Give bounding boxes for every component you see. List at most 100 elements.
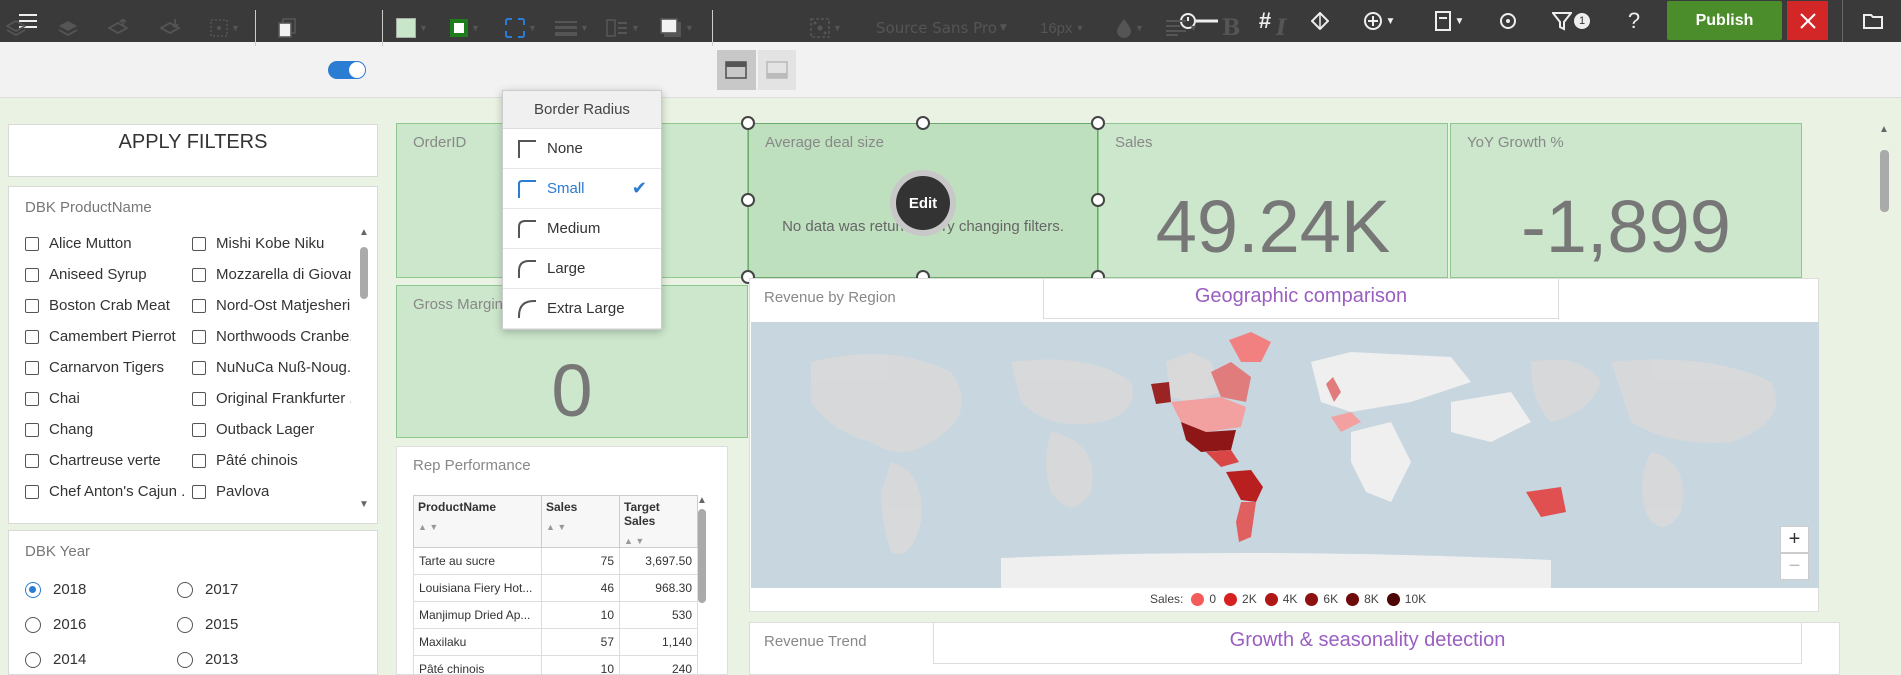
year-radio[interactable]: 2013 [177, 651, 238, 668]
yoy-growth-tile[interactable]: YoY Growth % -1,899 [1450, 123, 1802, 278]
bring-forward-icon[interactable] [58, 14, 78, 42]
checkbox-box[interactable] [25, 484, 39, 499]
border-width-icon[interactable]: ▼ [555, 14, 589, 42]
border-radius-option[interactable]: Small ✔ [503, 169, 661, 209]
table-row[interactable]: Louisiana Fiery Hot... 46 968.30 [413, 574, 698, 602]
table-row[interactable]: Tarte au sucre 75 3,697.50 [413, 547, 698, 575]
year-radio[interactable]: 2017 [177, 581, 238, 598]
radio-circle[interactable] [25, 581, 41, 598]
checkbox-box[interactable] [192, 236, 206, 251]
text-align-icon[interactable]: ▼ [1166, 14, 1198, 42]
border-radius-button[interactable]: ▼ [505, 14, 537, 42]
product-checkbox[interactable]: Chartreuse verte [25, 452, 161, 469]
checkbox-box[interactable] [192, 484, 206, 499]
page-scrollbar[interactable]: ▲ [1876, 124, 1892, 675]
checkbox-box[interactable] [192, 329, 206, 344]
radio-circle[interactable] [177, 581, 193, 598]
checkbox-box[interactable] [192, 422, 206, 437]
page-settings-icon[interactable]: ▼ [1428, 0, 1470, 42]
year-radio[interactable]: 2015 [177, 616, 238, 633]
product-checkbox[interactable]: Mishi Kobe Niku [192, 235, 324, 252]
product-checkbox[interactable]: Aniseed Syrup [25, 266, 147, 283]
zoom-out-button[interactable]: − [1780, 553, 1809, 580]
checkbox-box[interactable] [192, 360, 206, 375]
checkbox-box[interactable] [25, 298, 39, 313]
resize-handle[interactable] [916, 116, 930, 130]
product-checkbox[interactable]: NuNuCa Nuß-Noug... [192, 359, 351, 376]
product-checkbox[interactable]: Camembert Pierrot [25, 328, 176, 345]
close-button[interactable] [1787, 1, 1828, 40]
radio-circle[interactable] [25, 616, 41, 633]
fill-color-picker[interactable]: ▼ [396, 14, 428, 42]
table-row[interactable]: Pâté chinois 10 240 [413, 655, 698, 674]
font-size-select[interactable]: 16px ▼ [1040, 14, 1084, 42]
product-checkbox[interactable]: Original Frankfurter ... [192, 390, 351, 407]
bold-button[interactable]: B [1222, 14, 1241, 42]
publish-button[interactable]: Publish [1667, 1, 1782, 40]
column-header[interactable]: Sales ▲ ▼ [541, 495, 620, 548]
text-color-icon[interactable]: ▼ [1116, 14, 1144, 42]
checkbox-box[interactable] [25, 453, 39, 468]
border-color-picker[interactable]: ▼ [450, 14, 480, 42]
checkbox-box[interactable] [192, 267, 206, 282]
italic-button[interactable]: I [1276, 14, 1286, 42]
world-map[interactable] [751, 322, 1819, 588]
checkbox-box[interactable] [25, 422, 39, 437]
visibility-toggle[interactable] [328, 61, 366, 79]
apply-filters-button[interactable]: APPLY FILTERS [8, 124, 378, 177]
radio-circle[interactable] [25, 651, 41, 668]
product-checkbox[interactable]: Chef Anton's Cajun ... [25, 483, 184, 500]
align-grid-icon[interactable]: ▼ [210, 14, 240, 42]
scroll-up-icon[interactable]: ▲ [1879, 124, 1889, 135]
refresh-icon[interactable] [1493, 0, 1523, 42]
padding-icon[interactable]: ▼ [606, 14, 640, 42]
year-radio[interactable]: 2016 [25, 616, 86, 633]
year-radio[interactable]: 2018 [25, 581, 86, 598]
scrollbar-thumb[interactable] [360, 247, 368, 299]
checkbox-box[interactable] [25, 360, 39, 375]
border-radius-option[interactable]: Extra Large [503, 289, 661, 329]
checkbox-box[interactable] [192, 298, 206, 313]
radio-circle[interactable] [177, 616, 193, 633]
product-checkbox[interactable]: Mozzarella di Giovan [192, 266, 351, 283]
scrollbar-thumb[interactable] [698, 509, 706, 603]
resize-handle[interactable] [1091, 193, 1105, 207]
product-checkbox[interactable]: Chai [25, 390, 80, 407]
checkbox-box[interactable] [25, 236, 39, 251]
checkbox-box[interactable] [192, 391, 206, 406]
product-checkbox[interactable]: Carnarvon Tigers [25, 359, 164, 376]
product-list-scrollbar[interactable]: ▲ ▼ [359, 227, 369, 511]
product-checkbox[interactable]: Alice Mutton [25, 235, 132, 252]
zoom-in-button[interactable]: + [1780, 526, 1809, 553]
resize-handle[interactable] [1091, 116, 1105, 130]
open-folder-icon[interactable] [1858, 0, 1888, 42]
bring-to-front-icon[interactable] [108, 14, 130, 42]
filter-icon[interactable]: 1 [1548, 0, 1594, 42]
border-radius-option[interactable]: Large [503, 249, 661, 289]
resize-handle[interactable] [741, 193, 755, 207]
scroll-down-icon[interactable]: ▼ [359, 499, 369, 510]
table-row[interactable]: Maxilaku 57 1,140 [413, 628, 698, 656]
scrollbar-thumb[interactable] [1880, 150, 1889, 212]
sort-icon[interactable]: ▲ ▼ [546, 522, 615, 532]
product-checkbox[interactable]: Boston Crab Meat [25, 297, 170, 314]
border-radius-option[interactable]: Medium [503, 209, 661, 249]
alignment-icon[interactable]: ▼ [810, 14, 842, 42]
layers-icon[interactable] [6, 14, 26, 42]
shadow-icon[interactable]: ▼ [660, 14, 694, 42]
help-icon[interactable]: ? [1620, 0, 1648, 42]
send-backward-icon[interactable] [160, 14, 182, 42]
product-checkbox[interactable]: Northwoods Cranbe.. [192, 328, 351, 345]
table-scrollbar[interactable]: ▲ [697, 495, 707, 605]
edit-button[interactable]: Edit [890, 170, 956, 236]
checkbox-box[interactable] [192, 453, 206, 468]
scroll-up-icon[interactable]: ▲ [697, 495, 707, 506]
product-checkbox[interactable]: Chang [25, 421, 93, 438]
product-checkbox[interactable]: Pavlova [192, 483, 269, 500]
border-radius-option[interactable]: None [503, 129, 661, 169]
add-circle-icon[interactable]: ▼ [1358, 0, 1400, 42]
checkbox-box[interactable] [25, 329, 39, 344]
diamond-icon[interactable] [1305, 0, 1335, 42]
column-header[interactable]: Target Sales ▲ ▼ [619, 495, 698, 548]
sales-tile[interactable]: Sales 49.24K [1098, 123, 1448, 278]
